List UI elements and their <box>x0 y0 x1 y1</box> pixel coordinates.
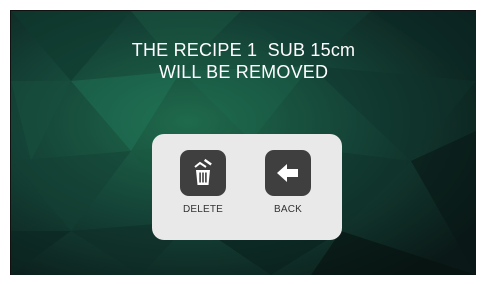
message-line-2: WILL BE REMOVED <box>158 62 329 82</box>
delete-button[interactable]: DELETE <box>168 150 238 230</box>
action-panel: DELETE BACK <box>152 134 342 240</box>
removal-message: THE RECIPE 1 SUB 15cm WILL BE REMOVED <box>11 39 476 83</box>
back-arrow-icon <box>277 164 298 182</box>
delete-trash-icon <box>194 158 212 185</box>
device-screen: THE RECIPE 1 SUB 15cm WILL BE REMOVED DE… <box>10 10 476 275</box>
message-line-1: THE RECIPE 1 SUB 15cm <box>131 40 356 60</box>
device-bezel: THE RECIPE 1 SUB 15cm WILL BE REMOVED DE… <box>0 0 485 284</box>
delete-label: DELETE <box>182 204 224 215</box>
delete-tile[interactable] <box>180 150 226 196</box>
back-button[interactable]: BACK <box>253 150 323 230</box>
back-tile[interactable] <box>265 150 311 196</box>
back-label: BACK <box>273 204 303 215</box>
